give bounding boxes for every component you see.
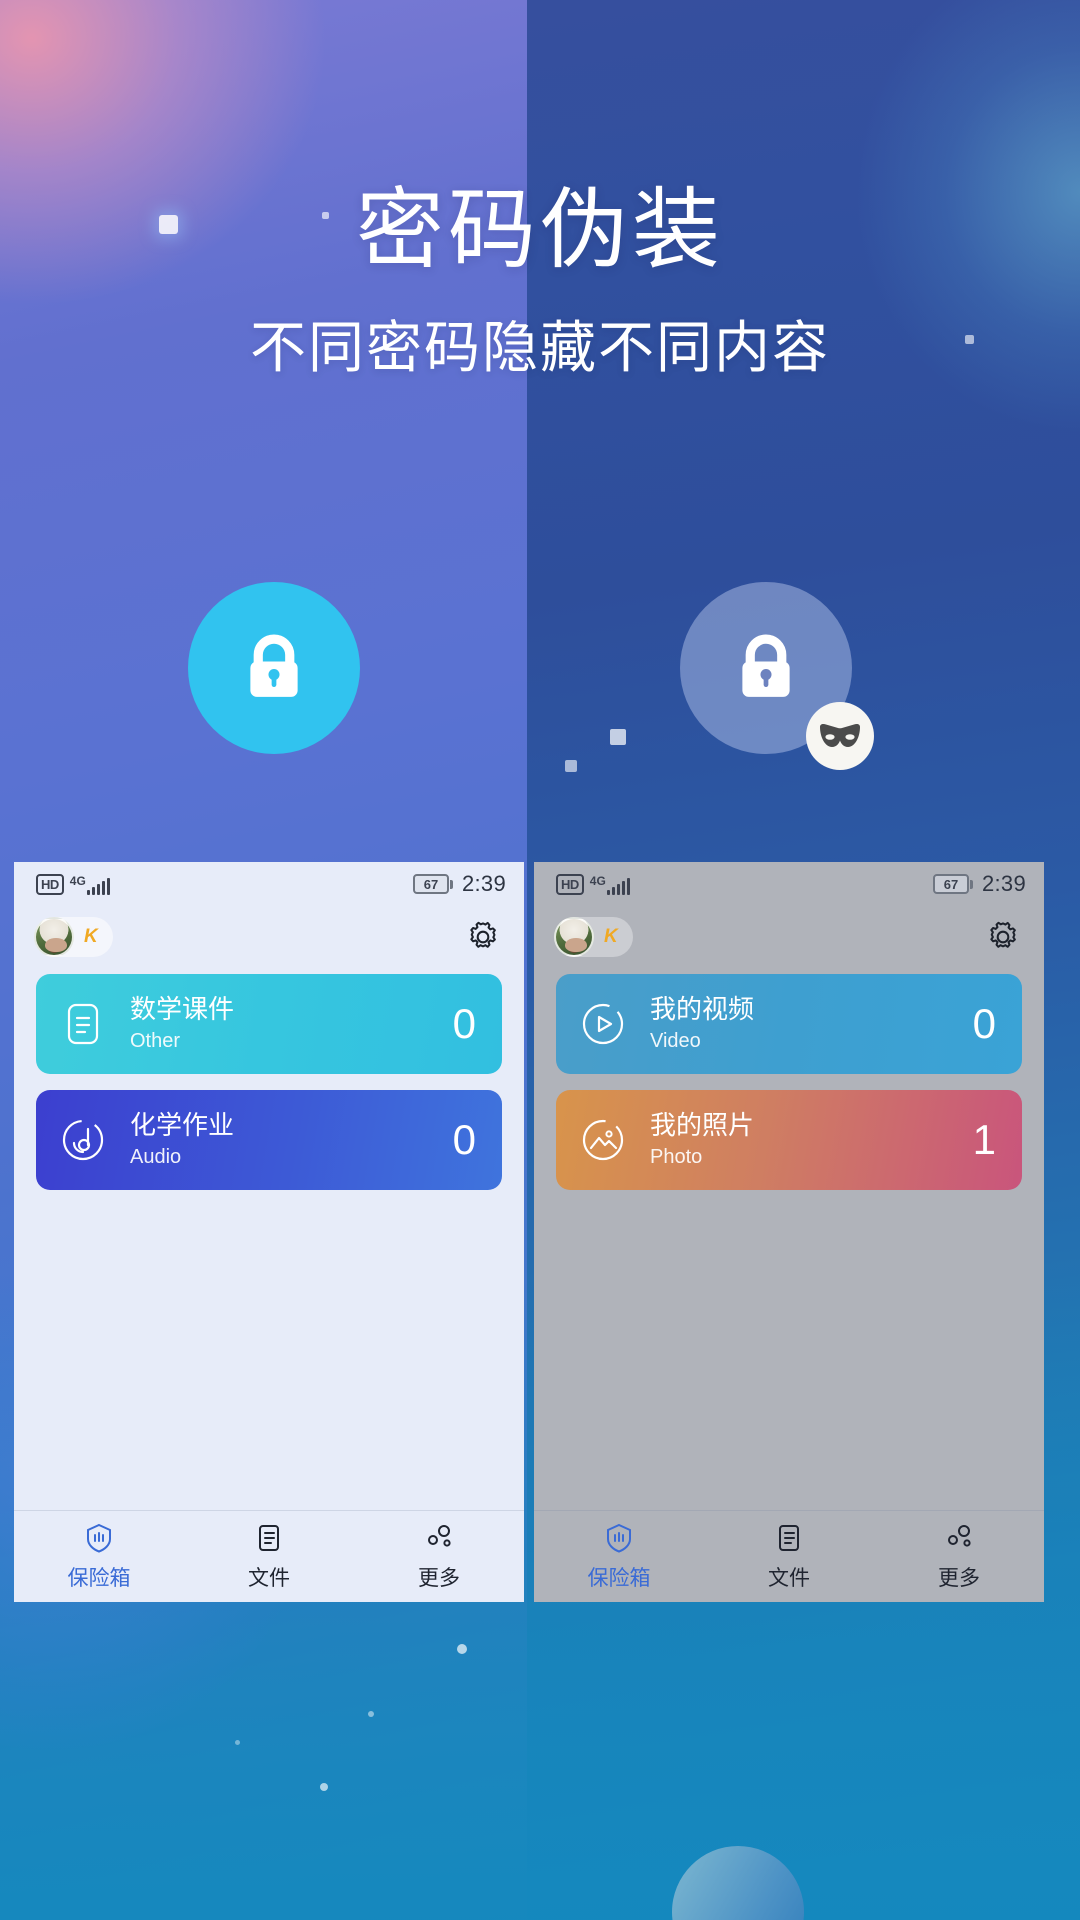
vault-card-text: 我的视频 Video — [650, 994, 973, 1054]
status-bar: HD 4G 67 2:39 — [14, 862, 524, 906]
account-badge-label: K — [604, 926, 618, 947]
vault-card-subtitle: Other — [130, 1029, 181, 1052]
music-disc-icon — [62, 1119, 104, 1161]
mask-icon — [820, 724, 860, 747]
vault-card[interactable]: 化学作业 Audio 0 — [36, 1090, 502, 1190]
photo-circle-icon — [582, 1119, 624, 1161]
sparkle-dot — [457, 1644, 467, 1654]
nav-item-files[interactable]: 文件 — [704, 1522, 874, 1592]
phone-mockup-normal-vault: HD 4G 67 2:39 K 数学课件 Other 0 化学作业 Audio … — [14, 862, 524, 1602]
vault-card-subtitle: Photo — [650, 1145, 703, 1168]
nav-item-label: 保险箱 — [587, 1566, 651, 1590]
gear-icon[interactable] — [466, 920, 500, 954]
play-circle-icon — [582, 1003, 624, 1045]
shield-vault-icon — [607, 1523, 631, 1553]
file-icon — [259, 1524, 279, 1551]
status-bar: HD 4G 67 2:39 — [534, 862, 1044, 906]
more-dots-icon — [428, 1524, 451, 1547]
hero-text-block: 密码伪装 不同密码隐藏不同内容 — [0, 180, 1080, 384]
mask-badge-circle — [806, 702, 874, 770]
vault-card-subtitle: Video — [650, 1029, 701, 1052]
vault-card-title: 化学作业 — [130, 1110, 235, 1141]
status-bar-left: HD 4G — [36, 873, 110, 895]
nav-item-label: 文件 — [248, 1566, 290, 1590]
nav-item-label: 更多 — [418, 1566, 460, 1590]
app-header: K — [534, 906, 1044, 968]
phone-mockup-disguised-vault: HD 4G 67 2:39 K 我的视频 Video 0 我的照片 Photo … — [534, 862, 1044, 1602]
status-bar-clock: 2:39 — [461, 871, 506, 896]
nav-item-vault[interactable]: 保险箱 — [534, 1522, 704, 1592]
status-bar-clock: 2:39 — [981, 871, 1026, 896]
hd-icon: HD — [36, 873, 64, 895]
shield-vault-icon — [87, 1523, 111, 1553]
vault-card-title: 我的视频 — [650, 994, 755, 1025]
signal-bars-icon: 4G — [590, 875, 630, 895]
nav-item-label: 更多 — [938, 1566, 980, 1590]
avatar — [34, 917, 74, 957]
vault-card-count: 0 — [452, 1116, 476, 1163]
status-bar-right: 67 2:39 — [932, 871, 1026, 897]
lock-badge-row — [0, 582, 1080, 782]
account-chip[interactable]: K — [554, 917, 633, 957]
promo-screenshot: 密码伪装 不同密码隐藏不同内容 HD 4G 67 2:39 K 数学课件 Oth… — [0, 0, 1080, 1920]
nav-item-more[interactable]: 更多 — [874, 1522, 1044, 1592]
nav-item-files[interactable]: 文件 — [184, 1522, 354, 1592]
sparkle-dot — [368, 1711, 374, 1717]
sparkle-dot — [320, 1783, 328, 1791]
battery-icon: 67 — [932, 874, 973, 894]
lock-icon — [250, 634, 298, 697]
nav-item-label: 保险箱 — [67, 1566, 131, 1590]
battery-icon: 67 — [412, 874, 453, 894]
vault-card[interactable]: 我的视频 Video 0 — [556, 974, 1022, 1074]
vault-card-text: 化学作业 Audio — [130, 1110, 453, 1170]
signal-bars-icon: 4G — [70, 875, 110, 895]
page-subtitle: 不同密码隐藏不同内容 — [250, 315, 830, 379]
vault-card[interactable]: 数学课件 Other 0 — [36, 974, 502, 1074]
account-badge-label: K — [84, 926, 98, 947]
app-header: K — [14, 906, 524, 968]
vault-card-text: 我的照片 Photo — [650, 1110, 973, 1170]
bottom-navigation: 保险箱 文件 更多 — [534, 1510, 1044, 1602]
normal-lock-badge — [188, 582, 360, 754]
vault-card-count: 1 — [972, 1116, 996, 1163]
vault-empty-area — [534, 1206, 1044, 1510]
avatar — [554, 917, 594, 957]
vault-empty-area — [14, 1206, 524, 1510]
vault-category-list: 数学课件 Other 0 化学作业 Audio 0 — [14, 968, 524, 1206]
status-bar-right: 67 2:39 — [412, 871, 506, 897]
vault-card-text: 数学课件 Other — [130, 994, 453, 1054]
file-icon — [779, 1524, 799, 1551]
vault-card-title: 我的照片 — [650, 1110, 755, 1141]
vault-card-count: 0 — [972, 1000, 996, 1047]
nav-item-more[interactable]: 更多 — [354, 1522, 524, 1592]
lock-icon — [742, 634, 790, 697]
more-dots-icon — [948, 1524, 971, 1547]
hd-icon: HD — [556, 873, 584, 895]
vault-card-title: 数学课件 — [130, 994, 235, 1025]
sparkle-dot — [235, 1740, 240, 1745]
bottom-navigation: 保险箱 文件 更多 — [14, 1510, 524, 1602]
disguised-lock-badge — [680, 582, 874, 770]
document-icon — [67, 1003, 99, 1045]
vault-category-list: 我的视频 Video 0 我的照片 Photo 1 — [534, 968, 1044, 1206]
vault-card-subtitle: Audio — [130, 1145, 182, 1168]
account-chip[interactable]: K — [34, 917, 113, 957]
nav-item-label: 文件 — [768, 1566, 810, 1590]
vault-card[interactable]: 我的照片 Photo 1 — [556, 1090, 1022, 1190]
gear-icon[interactable] — [986, 920, 1020, 954]
status-bar-left: HD 4G — [556, 873, 630, 895]
vault-card-count: 0 — [452, 1000, 476, 1047]
page-title: 密码伪装 — [355, 180, 724, 279]
nav-item-vault[interactable]: 保险箱 — [14, 1522, 184, 1592]
